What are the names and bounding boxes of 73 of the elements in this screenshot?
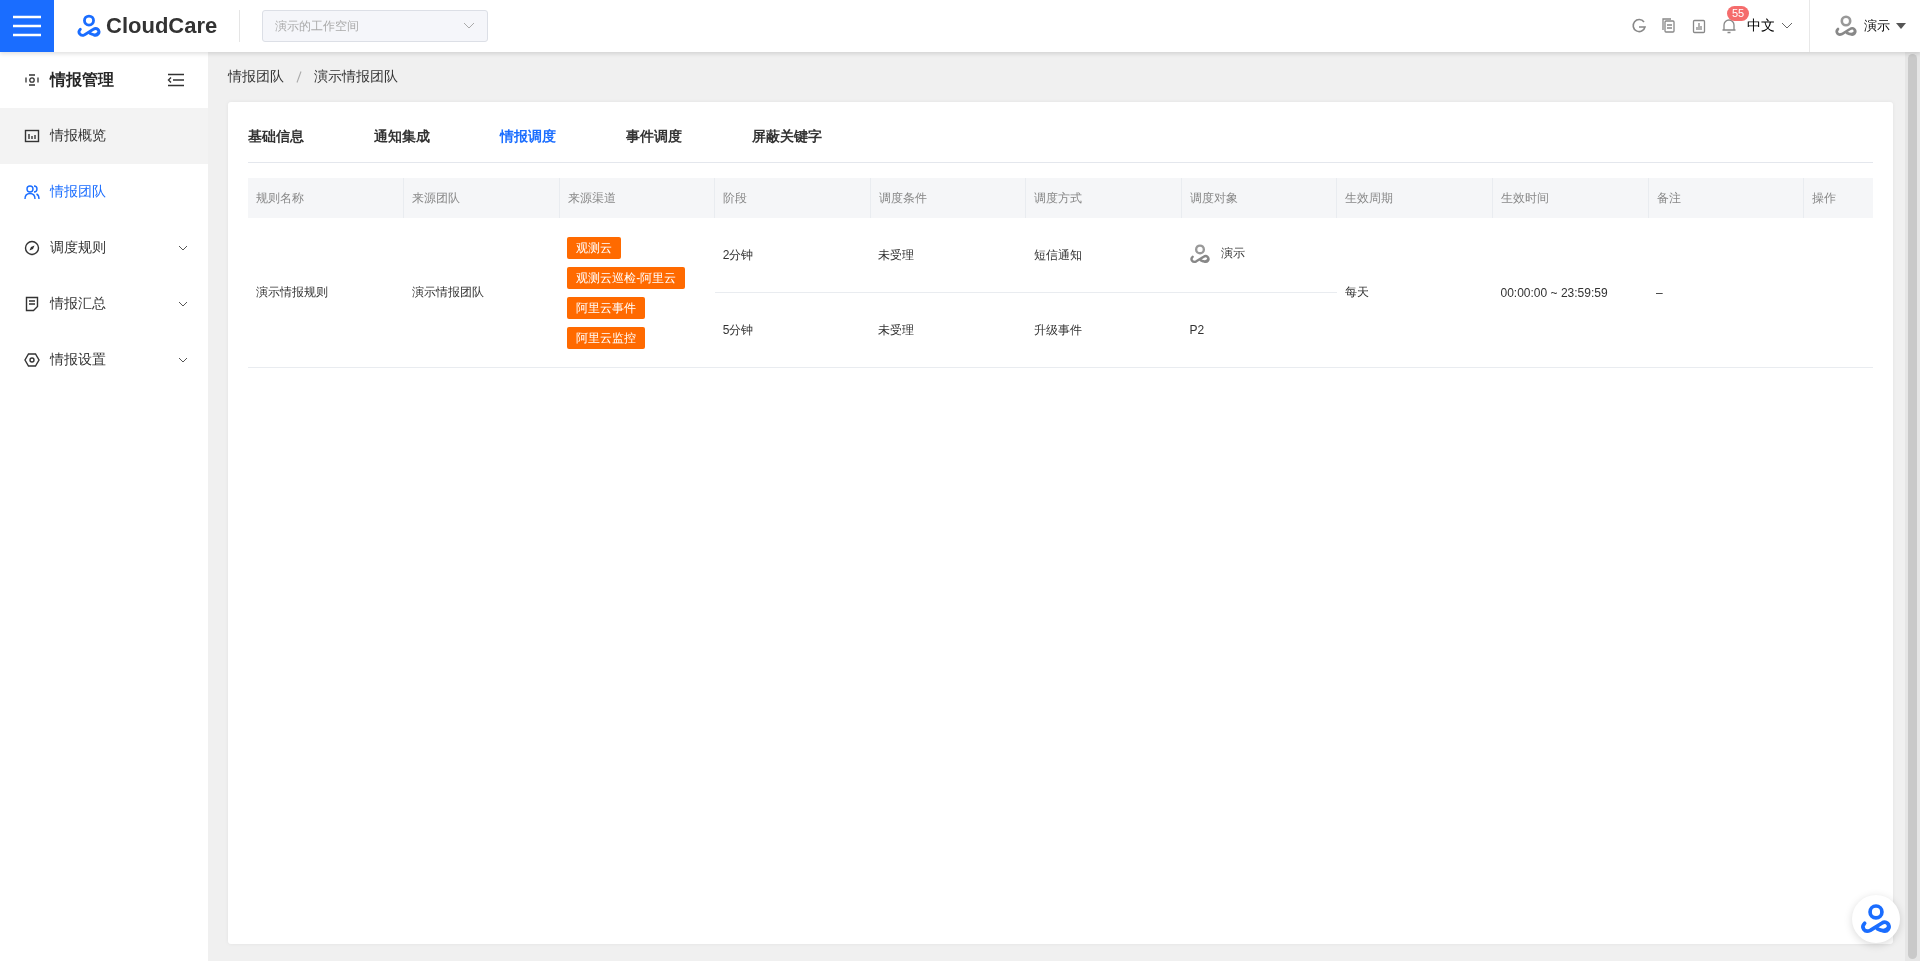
people-icon [24, 184, 40, 200]
table-cell: 00:00:00 ~ 23:59:59 [1492, 218, 1649, 368]
column-header: 来源团队 [403, 178, 560, 218]
tab[interactable]: 情报调度 [500, 112, 626, 162]
sidebar-item-label: 情报概览 [50, 127, 107, 145]
table-cell: 短信通知 [1025, 218, 1182, 293]
column-header: 操作 [1803, 178, 1873, 218]
notification-count: 55 [1727, 6, 1750, 21]
chevron-down-icon [178, 301, 188, 307]
bell-icon[interactable] [1721, 18, 1737, 34]
table-cell: 未受理 [870, 218, 1026, 293]
sidebar-title: 情报管理 [50, 69, 115, 90]
column-header: 生效周期 [1336, 178, 1493, 218]
channel-tag: 观测云巡检-阿里云 [567, 266, 686, 289]
chevron-down-icon [1781, 22, 1793, 30]
sidebar-item[interactable]: 情报团队 [0, 164, 208, 220]
avatar-icon [1189, 242, 1212, 265]
table-cell: 未受理 [870, 292, 1026, 368]
logo-text: CloudCare [106, 13, 218, 39]
tab[interactable]: 事件调度 [626, 112, 752, 162]
caret-down-icon [1896, 23, 1906, 29]
table-cell: 2分钟 [714, 218, 871, 293]
column-header: 备注 [1648, 178, 1804, 218]
clipboard-chart-icon[interactable] [1691, 18, 1707, 34]
sidebar-item[interactable]: 情报汇总 [0, 276, 208, 332]
table-cell: 演示情报团队 [403, 218, 560, 368]
menu-icon [13, 15, 41, 37]
column-header: 调度条件 [870, 178, 1026, 218]
table-cell: P2 [1181, 292, 1337, 368]
table-cell: 演示 [1189, 242, 1246, 265]
column-header: 来源渠道 [559, 178, 715, 218]
table-cell: 5分钟 [714, 292, 871, 368]
language-select[interactable]: 中文 [1747, 17, 1809, 35]
logo-icon [1859, 902, 1893, 936]
table-cell: 每天 [1336, 218, 1493, 368]
channel-tag: 阿里云事件 [567, 296, 646, 319]
sidebar-item[interactable]: 调度规则 [0, 220, 208, 276]
sidebar-item-label: 情报设置 [50, 351, 107, 369]
sidebar-item-label: 情报汇总 [50, 295, 107, 313]
column-header: 规则名称 [248, 178, 404, 218]
column-header: 调度方式 [1025, 178, 1182, 218]
chevron-down-icon [178, 357, 188, 363]
sidebar-item[interactable]: 情报设置 [0, 332, 208, 388]
document-icon [24, 296, 40, 312]
table-cell: – [1648, 218, 1804, 368]
logo-icon [76, 13, 102, 39]
table-cell: 升级事件 [1025, 292, 1182, 368]
chevron-down-icon [463, 22, 476, 30]
chart-icon [24, 128, 40, 144]
settings-icon [24, 352, 40, 368]
copy-icon[interactable] [1661, 18, 1677, 34]
breadcrumb-item[interactable]: 情报团队 [228, 68, 284, 86]
column-header: 阶段 [714, 178, 871, 218]
breadcrumb-separator-icon [296, 71, 302, 83]
tab[interactable]: 通知集成 [374, 112, 500, 162]
column-header: 调度对象 [1181, 178, 1337, 218]
channel-tag: 阿里云监控 [567, 326, 646, 349]
compass-icon [24, 240, 40, 256]
sidebar-item-label: 调度规则 [50, 239, 107, 257]
table-cell: 演示情报规则 [248, 218, 404, 368]
sidebar-item[interactable]: 情报概览 [0, 108, 208, 164]
tab[interactable]: 基础信息 [248, 112, 374, 162]
channel-tag: 观测云 [567, 236, 622, 259]
scrollbar-thumb[interactable] [1908, 54, 1917, 959]
collapse-menu-icon[interactable] [167, 73, 184, 87]
user-menu[interactable]: 演示 [1810, 14, 1920, 38]
column-header: 生效时间 [1492, 178, 1649, 218]
sidebar-item-label: 情报团队 [50, 183, 107, 201]
avatar-icon [1834, 14, 1858, 38]
chevron-down-icon [178, 245, 188, 251]
menu-button[interactable] [0, 0, 54, 52]
breadcrumb-item: 演示情报团队 [314, 68, 398, 86]
tab[interactable]: 屏蔽关键字 [752, 112, 878, 162]
